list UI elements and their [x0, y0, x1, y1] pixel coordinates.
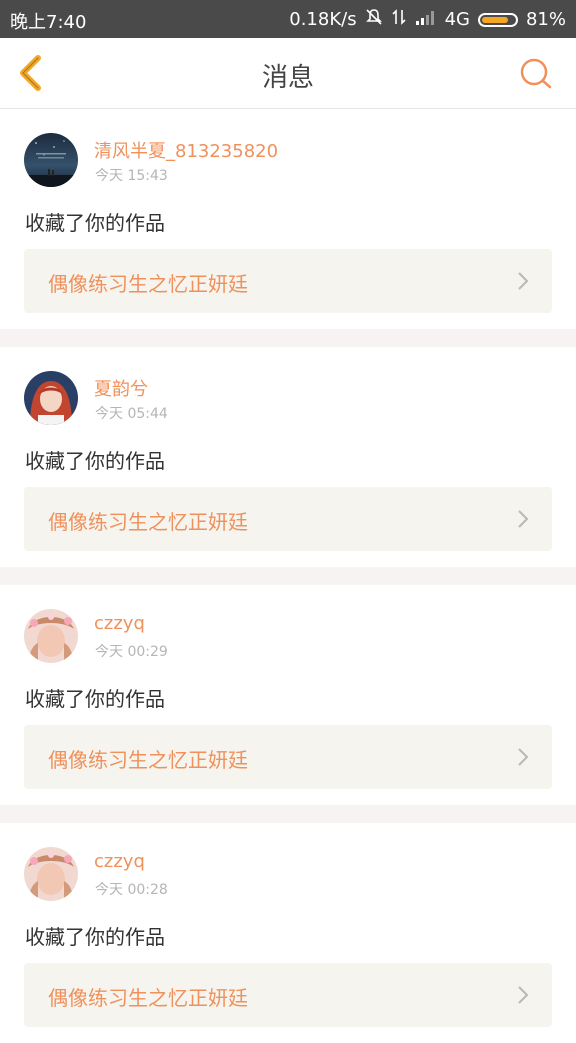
- message-action: 收藏了你的作品: [25, 449, 165, 473]
- message-list: 清风半夏_813235820 今天 15:43 收藏了你的作品 偶像练习生之忆正…: [0, 109, 576, 1043]
- chevron-right-icon: [518, 272, 529, 290]
- chevron-right-icon: [518, 748, 529, 766]
- battery-icon: [477, 12, 518, 27]
- work-link[interactable]: 偶像练习生之忆正妍廷: [24, 249, 552, 313]
- avatar[interactable]: [24, 133, 78, 187]
- message-item: 夏韵兮 今天 05:44 收藏了你的作品 偶像练习生之忆正妍廷: [0, 347, 576, 567]
- separator: [0, 329, 576, 347]
- battery-level: [481, 16, 508, 23]
- work-title: 偶像练习生之忆正妍廷: [48, 748, 248, 772]
- chevron-right-icon: [518, 986, 529, 1004]
- message-time: 今天 00:29: [95, 644, 168, 660]
- message-item: 清风半夏_813235820 今天 15:43 收藏了你的作品 偶像练习生之忆正…: [0, 109, 576, 329]
- work-link[interactable]: 偶像练习生之忆正妍廷: [24, 725, 552, 789]
- message-action: 收藏了你的作品: [25, 925, 165, 949]
- app-header: 消息: [0, 38, 576, 109]
- message-time: 今天 15:43: [95, 168, 168, 184]
- signal-icon: [415, 9, 437, 30]
- message-time: 今天 05:44: [95, 406, 168, 422]
- username[interactable]: 夏韵兮: [94, 375, 148, 401]
- separator: [0, 805, 576, 823]
- message-action: 收藏了你的作品: [25, 687, 165, 711]
- username[interactable]: 清风半夏_813235820: [94, 137, 278, 163]
- page-title: 消息: [261, 63, 314, 93]
- message-action: 收藏了你的作品: [25, 211, 165, 235]
- work-title: 偶像练习生之忆正妍廷: [48, 510, 248, 534]
- mute-icon: [365, 8, 383, 31]
- data-transfer-icon: [391, 8, 407, 31]
- portrait-avatar-image: [24, 371, 78, 425]
- work-link[interactable]: 偶像练习生之忆正妍廷: [24, 963, 552, 1027]
- network-speed: 0.18K/s: [289, 9, 357, 30]
- network-type: 4G: [444, 9, 470, 30]
- avatar[interactable]: [24, 609, 78, 663]
- search-icon: [520, 58, 552, 89]
- message-item: czzyq 今天 00:28 收藏了你的作品 偶像练习生之忆正妍廷: [0, 823, 576, 1043]
- separator: [0, 567, 576, 585]
- work-title: 偶像练习生之忆正妍廷: [48, 986, 248, 1010]
- status-time: 晚上7:40: [10, 12, 87, 33]
- work-title: 偶像练习生之忆正妍廷: [48, 272, 248, 296]
- portrait-avatar-image: [24, 847, 78, 901]
- username[interactable]: czzyq: [94, 613, 145, 634]
- portrait-avatar-image: [24, 609, 78, 663]
- night-sky-avatar-image: [24, 133, 78, 187]
- avatar[interactable]: [24, 371, 78, 425]
- chevron-right-icon: [518, 510, 529, 528]
- avatar[interactable]: [24, 847, 78, 901]
- message-time: 今天 00:28: [95, 882, 168, 898]
- status-bar: 晚上7:40 0.18K/s 4G 81%: [0, 0, 576, 38]
- status-indicators: 0.18K/s 4G 81%: [289, 8, 566, 31]
- message-item: czzyq 今天 00:29 收藏了你的作品 偶像练习生之忆正妍廷: [0, 585, 576, 805]
- search-button[interactable]: [518, 56, 554, 92]
- battery-percent: 81%: [525, 9, 566, 30]
- work-link[interactable]: 偶像练习生之忆正妍廷: [24, 487, 552, 551]
- username[interactable]: czzyq: [94, 851, 145, 872]
